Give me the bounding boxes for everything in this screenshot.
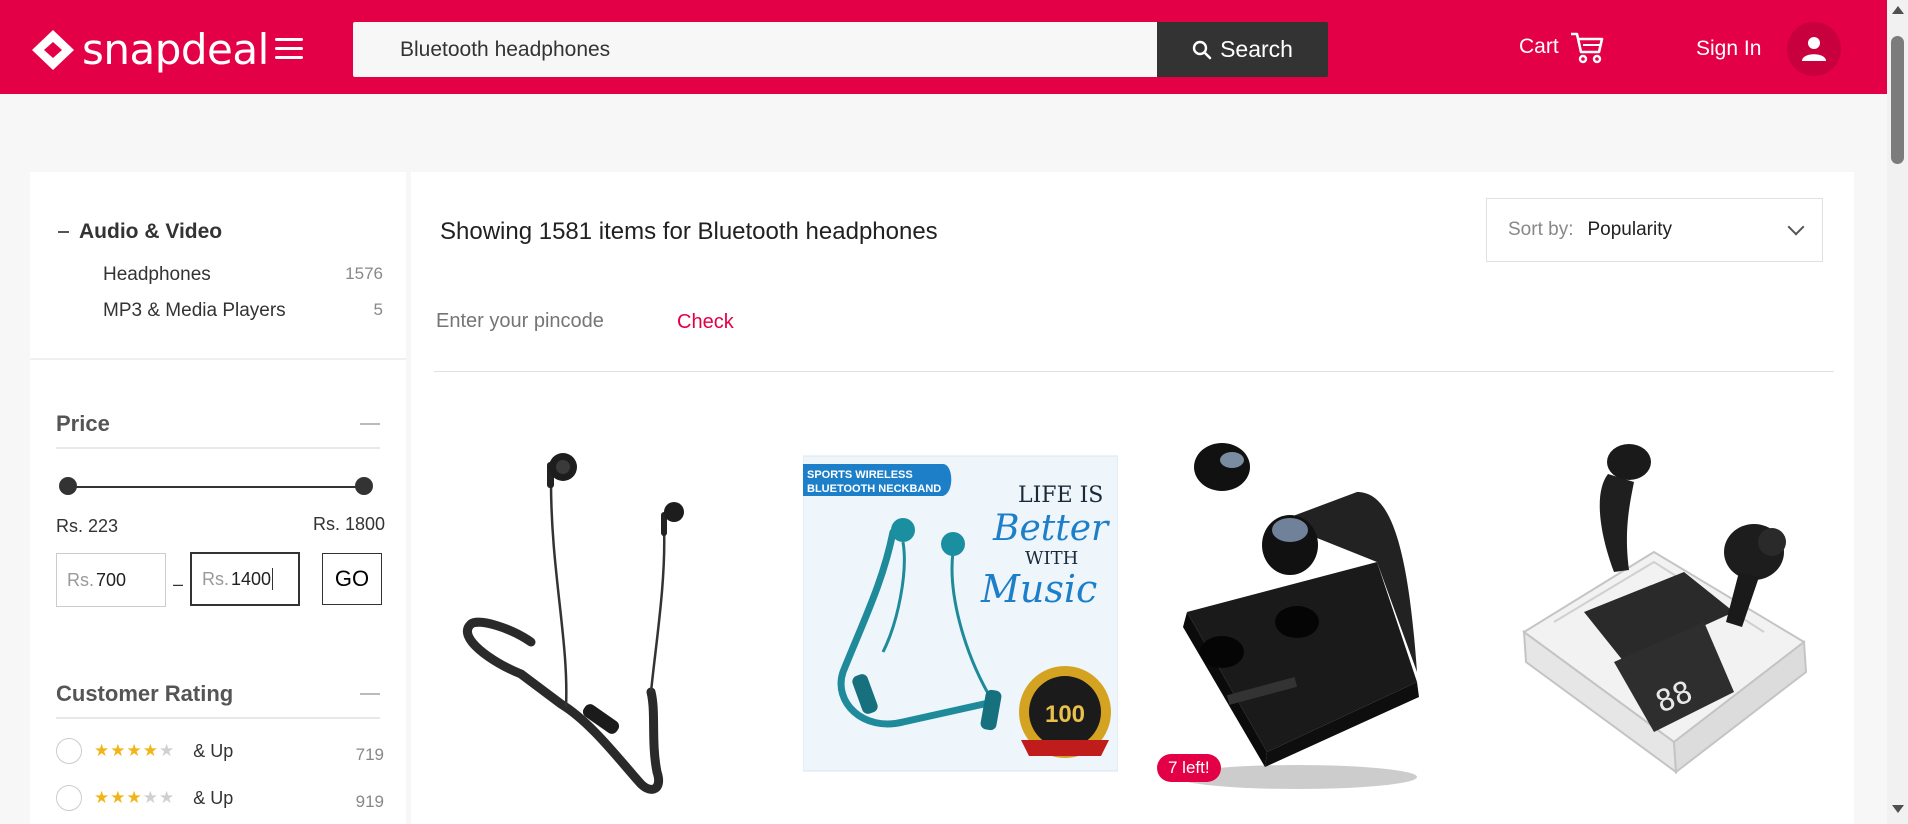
ad-banner-line1: SPORTS WIRELESS bbox=[807, 469, 913, 481]
scroll-thumb[interactable] bbox=[1891, 36, 1904, 164]
ad-tagline-with: WITH bbox=[1025, 548, 1078, 569]
rating-option-3-up[interactable]: ★★★★★ & Up 919 bbox=[56, 783, 384, 813]
product-card-4[interactable]: 88 bbox=[1504, 422, 1819, 824]
price-min-input[interactable]: Rs. 700 bbox=[56, 553, 166, 607]
ad-tagline-life: LIFE IS bbox=[1018, 483, 1103, 508]
search-icon bbox=[1192, 40, 1212, 59]
rating-label: & Up bbox=[193, 787, 234, 808]
price-min-value: 700 bbox=[96, 569, 127, 590]
ad-tagline-music: Music bbox=[980, 567, 1097, 611]
cart-label: Cart bbox=[1519, 35, 1559, 58]
snapdeal-logo[interactable]: snapdeal bbox=[30, 25, 269, 74]
menu-icon[interactable] bbox=[275, 38, 303, 60]
search-button-label: Search bbox=[1220, 36, 1293, 62]
sort-label: Sort by: bbox=[1508, 219, 1574, 240]
cart-link[interactable]: Cart bbox=[1519, 30, 1605, 64]
rating-filter-header[interactable]: Customer Rating bbox=[56, 681, 380, 719]
subcategory-mp3-players[interactable]: MP3 & Media Players 5 bbox=[103, 300, 383, 322]
seal-number: 100 bbox=[1045, 701, 1085, 728]
pincode-input[interactable] bbox=[436, 310, 636, 333]
product-card-1[interactable] bbox=[451, 422, 766, 824]
sort-dropdown[interactable]: Sort by: Popularity bbox=[1486, 198, 1823, 262]
subcategory-label: Headphones bbox=[103, 264, 211, 285]
price-go-button[interactable]: GO bbox=[322, 553, 382, 605]
currency-prefix: Rs. bbox=[67, 569, 94, 590]
subcategory-headphones[interactable]: Headphones 1576 bbox=[103, 264, 383, 286]
price-slider-min-handle[interactable] bbox=[59, 477, 77, 495]
results-count-heading: Showing 1581 items for Bluetooth headpho… bbox=[440, 218, 938, 245]
category-header[interactable]: Audio & Video bbox=[58, 220, 222, 244]
rating-stars-icon: ★★★★★ bbox=[94, 788, 176, 807]
rating-stars-icon: ★★★★★ bbox=[94, 741, 176, 760]
top-header: snapdeal Search Cart Sign In bbox=[0, 0, 1887, 94]
signin-link[interactable]: Sign In bbox=[1696, 37, 1761, 61]
rating-label: & Up bbox=[193, 740, 234, 761]
price-min-label: Rs. 223 bbox=[56, 516, 119, 536]
scroll-down-arrow-icon[interactable] bbox=[1892, 805, 1904, 813]
chevron-down-icon bbox=[1787, 218, 1805, 236]
product-image[interactable]: SPORTS WIRELESS BLUETOOTH NECKBAND LIFE … bbox=[803, 422, 1118, 824]
product-card-2[interactable]: SPORTS WIRELESS BLUETOOTH NECKBAND LIFE … bbox=[803, 422, 1118, 824]
price-range-dash: – bbox=[173, 574, 184, 594]
price-filter-title: Price bbox=[56, 411, 110, 436]
product-image[interactable]: 88 bbox=[1504, 422, 1819, 824]
subcategory-count: 1576 bbox=[345, 264, 383, 283]
collapse-icon[interactable] bbox=[58, 231, 69, 233]
search-input[interactable] bbox=[353, 22, 1157, 77]
text-cursor bbox=[272, 568, 274, 590]
ad-banner-line2: BLUETOOTH NECKBAND bbox=[807, 483, 941, 495]
subcategory-label: MP3 & Media Players bbox=[103, 300, 286, 321]
radio-button[interactable] bbox=[56, 738, 82, 764]
price-max-label: Rs. 1800 bbox=[313, 514, 386, 534]
sort-value: Popularity bbox=[1587, 219, 1672, 240]
rating-option-4-up[interactable]: ★★★★★ & Up 719 bbox=[56, 736, 384, 766]
page-scrollbar[interactable] bbox=[1887, 0, 1908, 824]
price-filter-header[interactable]: Price bbox=[56, 411, 380, 449]
category-title: Audio & Video bbox=[79, 220, 223, 243]
product-image[interactable] bbox=[451, 422, 766, 824]
rating-count: 919 bbox=[355, 792, 384, 811]
price-max-input[interactable]: Rs. 1400 bbox=[190, 552, 300, 606]
logo-text: snapdeal bbox=[82, 25, 269, 74]
price-max-value: 1400 bbox=[231, 568, 272, 589]
logo-icon bbox=[32, 29, 74, 70]
user-icon bbox=[1802, 37, 1826, 61]
search-button[interactable]: Search bbox=[1157, 22, 1328, 77]
price-slider-max-handle[interactable] bbox=[355, 477, 373, 495]
ad-tagline-better: Better bbox=[992, 508, 1110, 549]
results-panel: Showing 1581 items for Bluetooth headpho… bbox=[411, 172, 1854, 824]
currency-prefix: Rs. bbox=[202, 568, 229, 589]
rating-filter-title: Customer Rating bbox=[56, 681, 234, 706]
collapse-icon[interactable] bbox=[360, 693, 380, 695]
stock-badge: 7 left! bbox=[1157, 754, 1221, 782]
rating-count: 719 bbox=[355, 745, 384, 764]
radio-button[interactable] bbox=[56, 785, 82, 811]
category-filter: Audio & Video Headphones 1576 MP3 & Medi… bbox=[30, 172, 406, 360]
results-divider bbox=[434, 371, 1834, 372]
user-avatar[interactable] bbox=[1787, 22, 1841, 76]
scroll-up-arrow-icon[interactable] bbox=[1892, 6, 1904, 14]
subcategory-count: 5 bbox=[373, 300, 383, 319]
pincode-check-button[interactable]: Check bbox=[677, 311, 734, 334]
cart-icon bbox=[1570, 32, 1603, 64]
search-box bbox=[353, 22, 1157, 77]
collapse-icon[interactable] bbox=[360, 423, 380, 425]
filter-panel: Audio & Video Headphones 1576 MP3 & Medi… bbox=[30, 172, 406, 824]
price-slider-track[interactable] bbox=[68, 486, 364, 488]
